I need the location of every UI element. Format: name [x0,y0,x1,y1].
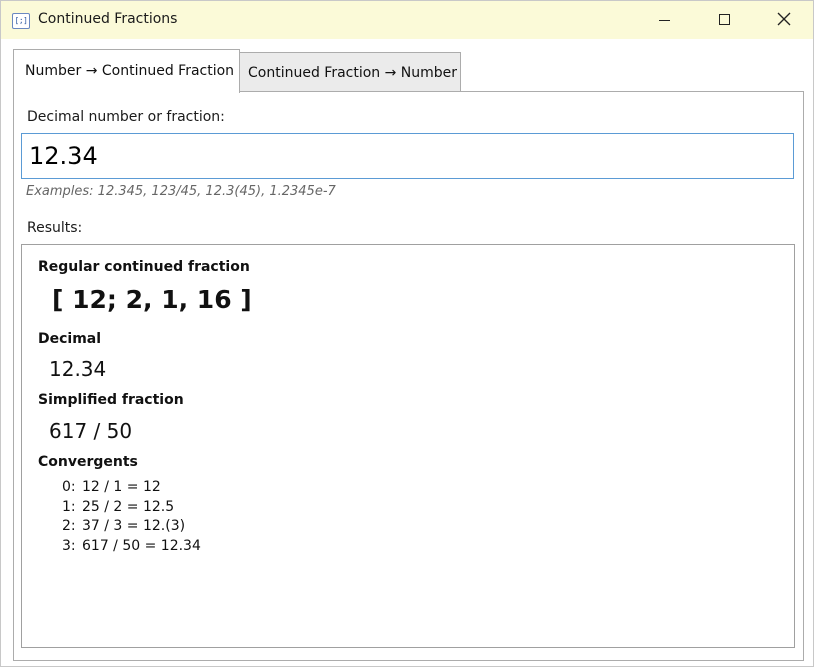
tab-label: Number → Continued Fraction [25,63,235,79]
convergent-text: 617 / 50 = 12.34 [82,538,201,554]
convergent-text: 25 / 2 = 12.5 [82,499,175,515]
regular-cf-value: [ 12; 2, 1, 16 ] [52,285,252,314]
fraction-value: 617 / 50 [49,419,133,443]
minimize-button[interactable] [634,1,694,39]
convergent-item: 3: 617 / 50 = 12.34 [62,538,201,554]
results-label: Results: [27,220,83,236]
close-icon [777,12,791,26]
number-input[interactable]: 12.34 [21,133,794,179]
main-window: [;] Continued Fractions Number → Continu… [0,0,814,667]
convergents-heading: Convergents [38,454,138,470]
input-label: Decimal number or fraction: [27,109,225,125]
number-input-value: 12.34 [29,142,98,170]
regular-cf-heading: Regular continued fraction [38,259,250,275]
window-title: Continued Fractions [38,11,178,27]
fraction-heading: Simplified fraction [38,392,184,408]
convergent-index: 0: [62,479,76,495]
convergent-index: 3: [62,538,76,554]
maximize-icon [719,14,730,25]
minimize-icon [659,20,670,21]
convergent-item: 2: 37 / 3 = 12.(3) [62,518,185,534]
convergent-item: 0: 12 / 1 = 12 [62,479,161,495]
app-icon: [;] [12,13,30,29]
examples-hint: Examples: 12.345, 123/45, 12.3(45), 1.23… [26,184,336,199]
title-bar[interactable]: [;] Continued Fractions [1,1,813,39]
close-button[interactable] [754,1,813,39]
convergent-text: 37 / 3 = 12.(3) [82,518,186,534]
decimal-value: 12.34 [49,357,107,381]
tab-label: Continued Fraction → Number [248,65,458,81]
convergent-text: 12 / 1 = 12 [82,479,161,495]
tab-continued-fraction-to-number[interactable]: Continued Fraction → Number [239,52,461,91]
convergent-item: 1: 25 / 2 = 12.5 [62,499,174,515]
decimal-heading: Decimal [38,331,102,347]
tab-number-to-continued-fraction[interactable]: Number → Continued Fraction [13,49,240,93]
convergent-index: 2: [62,518,76,534]
convergent-index: 1: [62,499,76,515]
maximize-button[interactable] [694,1,754,39]
results-panel[interactable]: Regular continued fraction [ 12; 2, 1, 1… [21,244,795,648]
